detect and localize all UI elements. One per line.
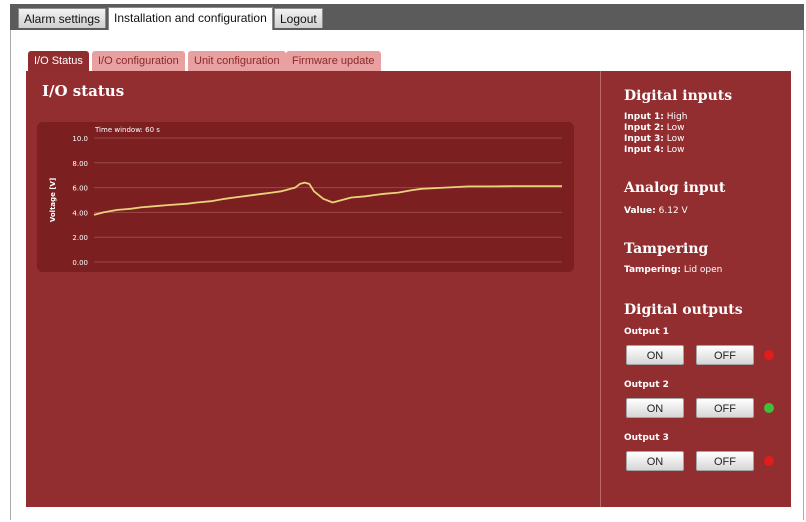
- output-2-label: Output 2: [624, 380, 669, 390]
- panel-divider: [600, 71, 601, 507]
- tab-alarm-settings[interactable]: Alarm settings: [18, 8, 107, 28]
- y-tick-label: 6.00: [72, 185, 88, 193]
- subtab-io-configuration[interactable]: I/O configuration: [92, 51, 185, 71]
- output-1-label: Output 1: [624, 327, 669, 337]
- output-3-label: Output 3: [624, 433, 669, 443]
- analog-value: Value: 6.12 V: [624, 206, 688, 216]
- subtab-io-status[interactable]: I/O Status: [28, 51, 89, 71]
- y-tick-label: 2.00: [72, 234, 88, 242]
- page-title: I/O status: [42, 82, 125, 100]
- y-tick-label: 10.0: [72, 135, 88, 143]
- subtab-unit-configuration[interactable]: Unit configuration: [188, 51, 286, 71]
- input-1-status: Input 1: High: [624, 112, 688, 122]
- output-2-off-button[interactable]: OFF: [696, 398, 754, 418]
- voltage-chart-svg: 10.0 8.00 6.00 4.00 2.00 0.00 Time window: 60 …: [49, 126, 562, 267]
- output-2-status-led: [764, 403, 774, 413]
- tab-logout[interactable]: Logout: [274, 8, 323, 28]
- y-axis-label: Voltage [V]: [49, 178, 57, 222]
- y-tick-label: 8.00: [72, 160, 88, 168]
- tab-installation-and-configuration[interactable]: Installation and configuration: [108, 7, 273, 31]
- input-3-status: Input 3: Low: [624, 134, 685, 144]
- voltage-chart: 10.0 8.00 6.00 4.00 2.00 0.00 Time window: 60 …: [37, 122, 574, 272]
- digital-inputs-heading: Digital inputs: [624, 88, 733, 104]
- tampering-status: Tampering: Lid open: [624, 265, 723, 275]
- output-3-status-led: [764, 456, 774, 466]
- y-tick-label: 0.00: [72, 259, 88, 267]
- subtab-firmware-update[interactable]: Firmware update: [286, 51, 381, 71]
- output-1-on-button[interactable]: ON: [626, 345, 684, 365]
- chart-title: Time window: 60 s: [94, 126, 160, 134]
- y-tick-label: 4.00: [72, 209, 88, 217]
- input-4-status: Input 4: Low: [624, 145, 685, 155]
- output-1-off-button[interactable]: OFF: [696, 345, 754, 365]
- tampering-heading: Tampering: [624, 241, 709, 257]
- output-1-status-led: [764, 350, 774, 360]
- output-3-off-button[interactable]: OFF: [696, 451, 754, 471]
- input-2-status: Input 2: Low: [624, 123, 685, 133]
- output-3-on-button[interactable]: ON: [626, 451, 684, 471]
- analog-input-heading: Analog input: [624, 180, 726, 196]
- digital-outputs-heading: Digital outputs: [624, 302, 743, 318]
- output-2-on-button[interactable]: ON: [626, 398, 684, 418]
